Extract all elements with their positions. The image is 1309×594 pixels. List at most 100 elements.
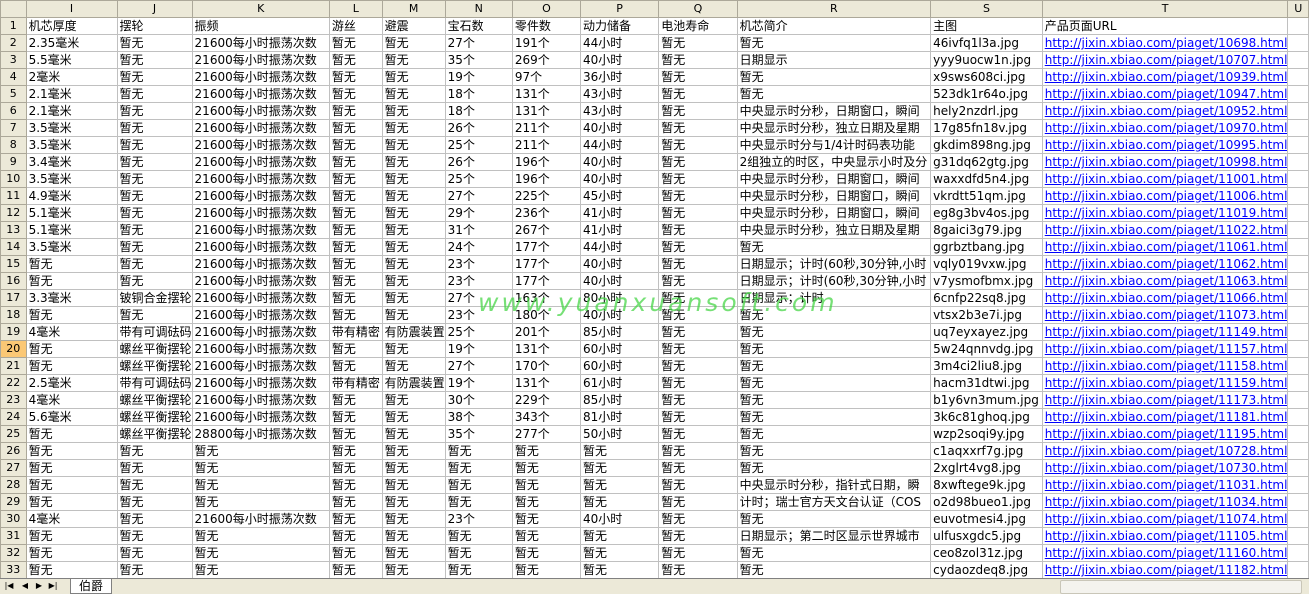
- row-number[interactable]: 13: [0, 221, 27, 239]
- table-cell[interactable]: 暂无: [116, 306, 193, 324]
- table-cell[interactable]: 螺丝平衡摆轮: [116, 340, 193, 358]
- table-cell[interactable]: 暂无: [381, 289, 446, 307]
- table-cell[interactable]: 26个: [444, 153, 513, 171]
- table-cell[interactable]: 暂无: [658, 408, 738, 426]
- table-cell[interactable]: http://jixin.xbiao.com/piaget/11034.html: [1041, 493, 1289, 511]
- table-cell[interactable]: 29个: [444, 204, 513, 222]
- table-cell[interactable]: [1287, 527, 1309, 545]
- table-cell[interactable]: 暂无: [25, 340, 118, 358]
- table-cell[interactable]: 131个: [511, 340, 581, 358]
- table-cell[interactable]: 暂无: [658, 323, 738, 341]
- table-cell[interactable]: http://jixin.xbiao.com/piaget/11073.html: [1041, 306, 1289, 324]
- table-cell[interactable]: 暂无: [328, 170, 383, 188]
- header-cell[interactable]: 动力储备: [579, 17, 660, 35]
- table-cell[interactable]: 暂无: [381, 544, 446, 562]
- table-cell[interactable]: 暂无: [191, 442, 330, 460]
- table-cell[interactable]: 44小时: [579, 238, 660, 256]
- table-cell[interactable]: 带有可调砝码: [116, 374, 193, 392]
- table-cell[interactable]: 暂无: [658, 459, 738, 477]
- table-cell[interactable]: 铍铜合金摆轮: [116, 289, 193, 307]
- table-cell[interactable]: http://jixin.xbiao.com/piaget/10939.html: [1041, 68, 1289, 86]
- table-cell[interactable]: 暂无: [25, 442, 118, 460]
- table-cell[interactable]: b1y6vn3mum.jpg: [930, 391, 1043, 409]
- table-cell[interactable]: 暂无: [328, 425, 383, 443]
- table-cell[interactable]: 21600每小时振荡次数: [191, 306, 330, 324]
- table-cell[interactable]: [1287, 136, 1309, 154]
- table-cell[interactable]: 暂无: [25, 255, 118, 273]
- table-cell[interactable]: 27个: [444, 289, 513, 307]
- table-cell[interactable]: 暂无: [116, 221, 193, 239]
- table-cell[interactable]: 38个: [444, 408, 513, 426]
- table-cell[interactable]: 暂无: [381, 187, 446, 205]
- table-cell[interactable]: 19个: [444, 340, 513, 358]
- table-cell[interactable]: 暂无: [381, 272, 446, 290]
- table-cell[interactable]: [1287, 272, 1309, 290]
- table-cell[interactable]: 中央显示时分与1/4计时码表功能: [736, 136, 932, 154]
- table-cell[interactable]: [1287, 493, 1309, 511]
- table-cell[interactable]: eg8g3bv4os.jpg: [930, 204, 1043, 222]
- table-cell[interactable]: 暂无: [381, 136, 446, 154]
- table-cell[interactable]: 19个: [444, 68, 513, 86]
- table-cell[interactable]: 23个: [444, 306, 513, 324]
- table-cell[interactable]: 暂无: [658, 187, 738, 205]
- table-cell[interactable]: 25个: [444, 170, 513, 188]
- table-cell[interactable]: 27个: [444, 187, 513, 205]
- table-cell[interactable]: 螺丝平衡摆轮: [116, 408, 193, 426]
- table-cell[interactable]: 暂无: [444, 544, 513, 562]
- table-cell[interactable]: vtsx2b3e7i.jpg: [930, 306, 1043, 324]
- table-cell[interactable]: 201个: [511, 323, 581, 341]
- table-cell[interactable]: 3.5毫米: [25, 119, 118, 137]
- table-cell[interactable]: 267个: [511, 221, 581, 239]
- row-number[interactable]: 32: [0, 544, 27, 562]
- table-cell[interactable]: http://jixin.xbiao.com/piaget/11157.html: [1041, 340, 1289, 358]
- table-cell[interactable]: 螺丝平衡摆轮: [116, 391, 193, 409]
- table-cell[interactable]: 3.5毫米: [25, 170, 118, 188]
- table-cell[interactable]: [1287, 238, 1309, 256]
- table-cell[interactable]: 21600每小时振荡次数: [191, 51, 330, 69]
- table-cell[interactable]: 40小时: [579, 510, 660, 528]
- table-cell[interactable]: 暂无: [658, 544, 738, 562]
- table-cell[interactable]: 暂无: [658, 153, 738, 171]
- table-cell[interactable]: vqly019vxw.jpg: [930, 255, 1043, 273]
- table-cell[interactable]: 40小时: [579, 306, 660, 324]
- table-cell[interactable]: 带有精密: [328, 323, 383, 341]
- table-cell[interactable]: 暂无: [191, 493, 330, 511]
- row-number[interactable]: 23: [0, 391, 27, 409]
- header-cell[interactable]: 产品页面URL: [1041, 17, 1289, 35]
- table-cell[interactable]: 螺丝平衡摆轮: [116, 425, 193, 443]
- table-cell[interactable]: 暂无: [381, 357, 446, 375]
- table-cell[interactable]: 中央显示时分秒，日期窗口，瞬间: [736, 102, 932, 120]
- table-cell[interactable]: [1287, 85, 1309, 103]
- table-cell[interactable]: 4毫米: [25, 391, 118, 409]
- table-cell[interactable]: 暂无: [191, 561, 330, 578]
- table-cell[interactable]: http://jixin.xbiao.com/piaget/11063.html: [1041, 272, 1289, 290]
- table-cell[interactable]: 暂无: [191, 459, 330, 477]
- table-cell[interactable]: 暂无: [381, 425, 446, 443]
- table-cell[interactable]: 计时；瑞士官方天文台认证（COS: [736, 493, 932, 511]
- table-cell[interactable]: 暂无: [328, 476, 383, 494]
- table-cell[interactable]: 暂无: [116, 153, 193, 171]
- table-cell[interactable]: http://jixin.xbiao.com/piaget/11173.html: [1041, 391, 1289, 409]
- table-cell[interactable]: 暂无: [579, 459, 660, 477]
- table-cell[interactable]: vkrdtt51qm.jpg: [930, 187, 1043, 205]
- table-cell[interactable]: 暂无: [381, 51, 446, 69]
- table-cell[interactable]: http://jixin.xbiao.com/piaget/11062.html: [1041, 255, 1289, 273]
- table-cell[interactable]: 暂无: [328, 340, 383, 358]
- row-number[interactable]: 15: [0, 255, 27, 273]
- table-cell[interactable]: 暂无: [328, 391, 383, 409]
- table-cell[interactable]: 暂无: [736, 85, 932, 103]
- table-cell[interactable]: 21600每小时振荡次数: [191, 119, 330, 137]
- header-cell[interactable]: 零件数: [511, 17, 581, 35]
- table-cell[interactable]: 暂无: [328, 272, 383, 290]
- table-cell[interactable]: 暂无: [658, 221, 738, 239]
- table-cell[interactable]: 196个: [511, 153, 581, 171]
- table-cell[interactable]: 暂无: [658, 119, 738, 137]
- table-cell[interactable]: 暂无: [511, 561, 581, 578]
- table-cell[interactable]: 8gaici3g79.jpg: [930, 221, 1043, 239]
- row-number[interactable]: 8: [0, 136, 27, 154]
- table-cell[interactable]: 暂无: [328, 459, 383, 477]
- table-cell[interactable]: 3k6c81ghoq.jpg: [930, 408, 1043, 426]
- table-cell[interactable]: 暂无: [116, 272, 193, 290]
- table-cell[interactable]: [1287, 357, 1309, 375]
- table-cell[interactable]: [1287, 102, 1309, 120]
